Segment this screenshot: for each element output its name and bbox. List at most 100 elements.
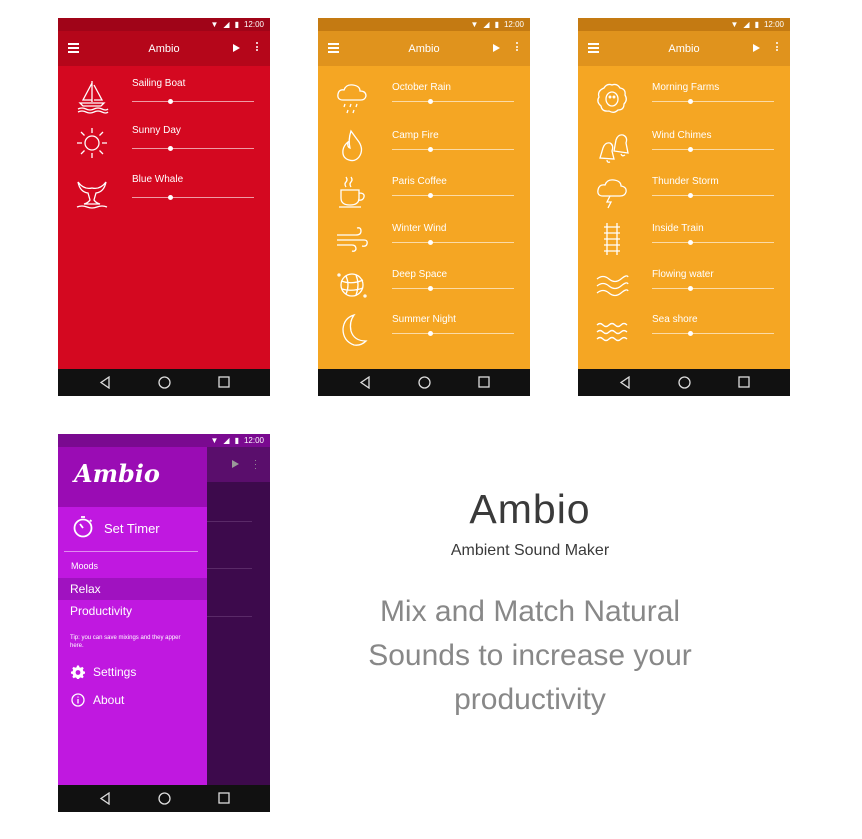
slider-knob[interactable]	[688, 240, 693, 245]
battery-icon: ▮	[494, 20, 499, 29]
volume-slider[interactable]	[652, 286, 774, 291]
hamburger-menu-icon[interactable]	[328, 43, 339, 55]
volume-slider[interactable]	[652, 147, 774, 152]
bells-icon	[599, 134, 629, 163]
stopwatch-icon	[73, 516, 93, 538]
hamburger-menu-icon[interactable]	[588, 43, 599, 55]
battery-icon: ▮	[234, 20, 239, 29]
home-icon[interactable]	[678, 376, 691, 389]
dimmed-divider	[207, 616, 252, 617]
play-icon[interactable]	[233, 44, 240, 52]
phone-screen-nature: ▼ ◢ ▮ 12:00 Ambio Sailing Boat Sunny Day	[58, 18, 270, 396]
more-options-icon[interactable]	[776, 42, 778, 53]
volume-slider[interactable]	[132, 195, 254, 200]
play-icon[interactable]	[493, 44, 500, 52]
slider-knob[interactable]	[688, 99, 693, 104]
slider-knob[interactable]	[688, 147, 693, 152]
slider-knob[interactable]	[168, 146, 173, 151]
gear-icon	[71, 665, 85, 679]
slider-knob[interactable]	[428, 240, 433, 245]
wifi-icon: ▼	[210, 436, 219, 445]
recents-icon[interactable]	[218, 376, 230, 388]
set-timer-label: Set Timer	[104, 521, 160, 536]
volume-slider[interactable]	[392, 147, 514, 152]
status-bar: ▼ ◢ ▮ 12:00	[318, 18, 530, 31]
volume-slider[interactable]	[652, 99, 774, 104]
sound-item: Inside Train	[578, 221, 790, 261]
sound-item: Thunder Storm	[578, 174, 790, 214]
sound-label: Wind Chimes	[652, 130, 712, 141]
sound-label: Paris Coffee	[392, 176, 447, 187]
hamburger-menu-icon[interactable]	[68, 43, 79, 55]
volume-slider[interactable]	[652, 193, 774, 198]
home-icon[interactable]	[158, 376, 171, 389]
moods-header: Moods	[71, 561, 99, 571]
sound-label: Deep Space	[392, 269, 448, 280]
back-icon[interactable]	[99, 792, 111, 805]
volume-slider[interactable]	[392, 331, 514, 336]
volume-slider[interactable]	[392, 240, 514, 245]
slider-knob[interactable]	[168, 195, 173, 200]
volume-slider[interactable]	[132, 146, 254, 151]
about-item[interactable]: About	[58, 689, 207, 713]
water-waves-icon	[596, 275, 629, 297]
sea-waves-icon	[596, 322, 628, 342]
sound-label: Morning Farms	[652, 82, 720, 93]
sound-label: Inside Train	[652, 223, 704, 234]
system-nav-bar	[58, 785, 270, 812]
recents-icon[interactable]	[738, 376, 750, 388]
back-icon[interactable]	[99, 376, 111, 389]
sailboat-icon	[77, 81, 109, 114]
mood-item-productivity[interactable]: Productivity	[58, 601, 207, 623]
slider-knob[interactable]	[428, 147, 433, 152]
play-icon[interactable]	[753, 44, 760, 52]
battery-icon: ▮	[754, 20, 759, 29]
info-icon	[71, 693, 85, 707]
slider-knob[interactable]	[688, 193, 693, 198]
fire-icon	[342, 129, 363, 162]
recents-icon[interactable]	[478, 376, 490, 388]
slider-knob[interactable]	[428, 193, 433, 198]
coffee-cup-icon	[339, 176, 365, 208]
slider-knob[interactable]	[428, 331, 433, 336]
volume-slider[interactable]	[132, 99, 254, 104]
sound-label: Flowing water	[652, 269, 714, 280]
navigation-drawer: Ambio Set Timer Moods Relax Productivity…	[58, 447, 207, 785]
hero-title: Ambio	[469, 486, 591, 532]
volume-slider[interactable]	[392, 99, 514, 104]
hero-tagline-line-3: productivity	[454, 683, 606, 716]
volume-slider[interactable]	[392, 286, 514, 291]
volume-slider[interactable]	[652, 240, 774, 245]
back-icon[interactable]	[619, 376, 631, 389]
volume-slider[interactable]	[652, 331, 774, 336]
slider-knob[interactable]	[688, 286, 693, 291]
play-icon	[232, 460, 239, 468]
recents-icon[interactable]	[218, 792, 230, 804]
more-options-icon[interactable]	[516, 42, 518, 53]
system-nav-bar	[318, 369, 530, 396]
slider-knob[interactable]	[428, 286, 433, 291]
sound-label: Winter Wind	[392, 223, 447, 234]
sheep-icon	[597, 83, 627, 113]
app-toolbar: Ambio	[58, 31, 270, 66]
sound-item: Wind Chimes	[578, 128, 790, 168]
settings-item[interactable]: Settings	[58, 661, 207, 685]
mood-item-relax[interactable]: Relax	[58, 578, 207, 600]
volume-slider[interactable]	[392, 193, 514, 198]
drawer-header: Ambio	[58, 447, 207, 507]
signal-icon: ◢	[743, 20, 750, 29]
slider-knob[interactable]	[428, 99, 433, 104]
slider-knob[interactable]	[168, 99, 173, 104]
wifi-icon: ▼	[730, 20, 739, 29]
rain-cloud-icon	[337, 84, 367, 114]
hero-tagline-line-1: Mix and Match Natural	[379, 595, 681, 628]
home-icon[interactable]	[418, 376, 431, 389]
sound-label: Blue Whale	[132, 174, 184, 185]
slider-knob[interactable]	[688, 331, 693, 336]
app-toolbar: Ambio	[578, 31, 790, 66]
set-timer-item[interactable]: Set Timer	[58, 507, 207, 547]
home-icon[interactable]	[158, 792, 171, 805]
more-options-icon[interactable]	[256, 42, 258, 53]
back-icon[interactable]	[359, 376, 371, 389]
wind-icon	[337, 227, 368, 252]
